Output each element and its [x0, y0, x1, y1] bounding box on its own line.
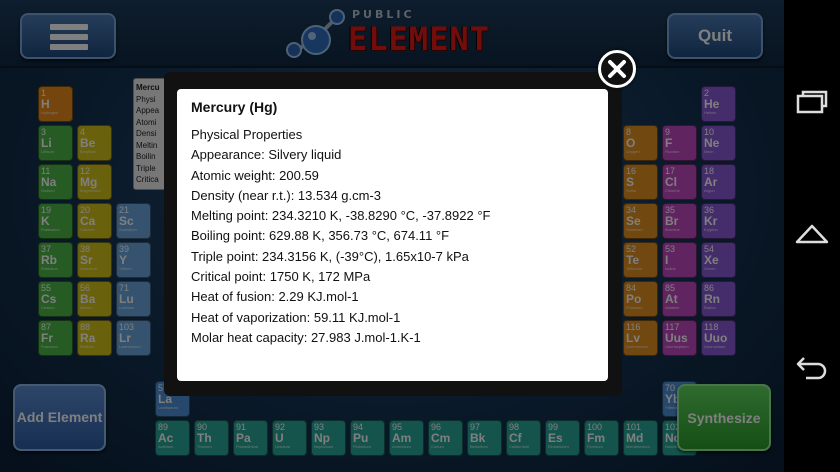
- android-nav-bar: [784, 0, 840, 472]
- property-line: Melting point: 234.3210 K, -38.8290 °C, …: [191, 208, 491, 224]
- dialog-title: Mercury (Hg): [191, 99, 278, 115]
- property-line: Molar heat capacity: 27.983 J.mol-1.K-1: [191, 329, 421, 345]
- home-icon: [795, 224, 829, 244]
- property-line: Triple point: 234.3156 K, (-39°C), 1.65x…: [191, 248, 469, 264]
- property-line: Atomic weight: 200.59: [191, 167, 319, 183]
- element-info-dialog: Mercury (Hg) Physical Properties Appearan…: [177, 89, 608, 381]
- recents-icon: [796, 90, 828, 114]
- property-list: Physical Properties Appearance: Silvery l…: [191, 125, 594, 348]
- property-line: Heat of vaporization: 59.11 KJ.mol-1: [191, 309, 401, 325]
- property-line: Density (near r.t.): 13.534 g.cm-3: [191, 187, 382, 203]
- app-area: PUBLIC ELEMENT Quit 1HHydrogen3LiLithium…: [0, 0, 784, 472]
- close-icon: [608, 60, 626, 78]
- property-line: Heat of fusion: 2.29 KJ.mol-1: [191, 289, 359, 305]
- screen: PUBLIC ELEMENT Quit 1HHydrogen3LiLithium…: [0, 0, 840, 472]
- back-icon: [796, 357, 827, 380]
- property-line: Boiling point: 629.88 K, 356.73 °C, 674.…: [191, 228, 450, 244]
- property-line: Critical point: 1750 K, 172 MPa: [191, 269, 371, 285]
- recents-button[interactable]: [794, 84, 830, 120]
- section-heading: Physical Properties: [191, 127, 303, 142]
- close-button[interactable]: [598, 50, 636, 88]
- home-button[interactable]: [794, 216, 830, 252]
- back-button[interactable]: [794, 348, 830, 384]
- property-line: Appearance: Silvery liquid: [191, 147, 342, 163]
